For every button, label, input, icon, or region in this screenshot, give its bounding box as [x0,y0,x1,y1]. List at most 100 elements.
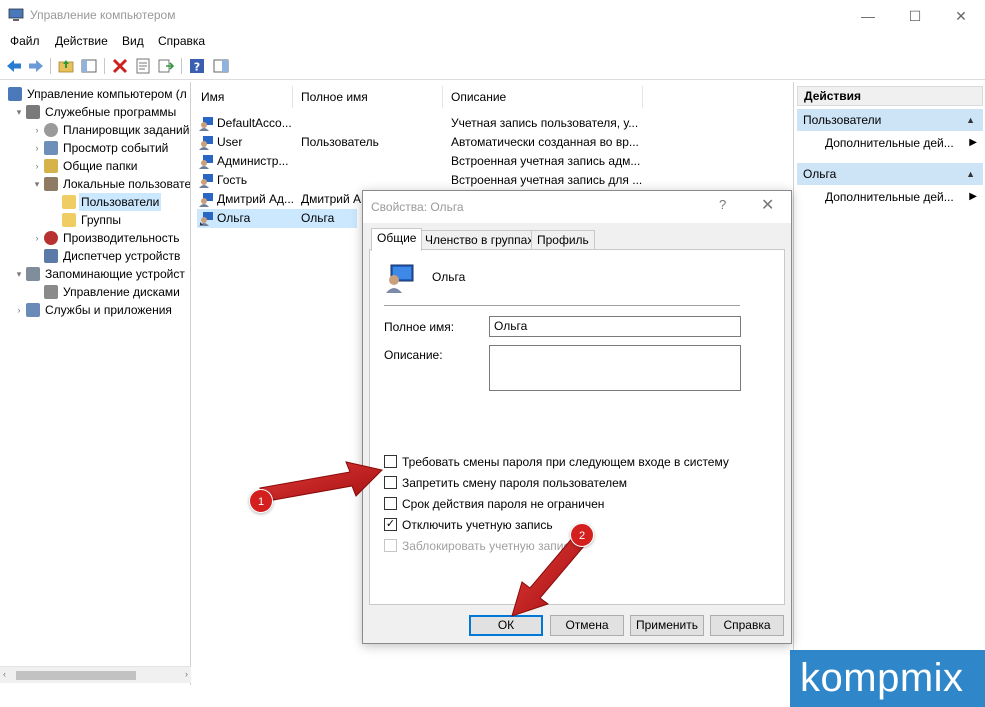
checkbox-label: Отключить учетную запись [402,518,553,532]
user-list-row[interactable]: Гость Встроенная учетная запись для ... [197,171,657,190]
show-action-pane-icon[interactable] [212,57,230,75]
tree-item-label: Службы и приложения [45,303,172,317]
properties-icon[interactable] [134,57,152,75]
menu-view[interactable]: Вид [122,34,144,48]
checkbox[interactable] [384,497,397,510]
tree-item[interactable]: ▾ Запоминающие устройст [0,265,190,283]
collapse-up-icon[interactable]: ▲ [966,163,975,185]
close-window-button[interactable]: ✕ [951,6,971,26]
window-title-bar: Управление компьютером — ☐ ✕ [0,0,985,32]
description-label: Описание: [384,348,443,362]
menu-file[interactable]: Файл [10,34,40,48]
menu-help[interactable]: Справка [158,34,205,48]
tree-item[interactable]: Диспетчер устройств [0,247,190,265]
checkbox [384,539,397,552]
column-header-fullname[interactable]: Полное имя [293,86,443,108]
folder-icon [62,195,76,209]
device-manager-icon [44,249,58,263]
apply-button[interactable]: Применить [630,615,704,636]
help-button[interactable]: Справка [710,615,784,636]
tree-item[interactable]: ▾ Служебные программы [0,103,190,121]
actions-section-users[interactable]: Пользователи ▲ [797,109,983,131]
disabled-user-icon [199,211,214,226]
general-tab-panel: Ольга Полное имя: Ольга Описание: Требов… [369,249,785,605]
collapse-up-icon[interactable]: ▲ [966,109,975,131]
expanded-arrow-icon[interactable]: ▾ [14,265,24,283]
tree-item-label: Управление компьютером (л [27,87,187,101]
minimize-button[interactable]: — [858,6,878,26]
user-list-row[interactable]: DefaultAcco... Учетная запись пользовател… [197,114,657,133]
scrollbar-thumb[interactable] [16,671,136,680]
tree-item[interactable]: Управление дисками [0,283,190,301]
tab-general[interactable]: Общие [371,228,423,251]
user-description-cell: Учетная запись пользователя, у... [451,116,639,130]
collapsed-arrow-icon[interactable]: › [32,157,42,175]
user-icon [199,135,214,150]
scroll-right-icon[interactable]: › [185,669,188,679]
tab-group-membership[interactable]: Членство в группах [419,230,540,250]
tab-profile[interactable]: Профиль [531,230,595,250]
dialog-help-button[interactable]: ? [719,197,726,212]
tree-item[interactable]: › Просмотр событий [0,139,190,157]
user-name-cell: Дмитрий Ад... [217,192,294,206]
tree-item[interactable]: ▾ Локальные пользовате [0,175,191,193]
tree-item[interactable]: Пользователи [0,193,190,211]
cancel-button[interactable]: Отмена [550,615,624,636]
expanded-arrow-icon[interactable]: ▾ [32,175,42,193]
delete-icon[interactable] [111,57,129,75]
annotation-badge-1: 1 [249,489,273,513]
actions-section-olga[interactable]: Ольга ▲ [797,163,983,185]
disk-icon [44,285,58,299]
ok-button[interactable]: ОК [469,615,543,636]
column-header-name[interactable]: Имя [193,86,293,108]
user-list-row[interactable]: Администр... Встроенная учетная запись ад… [197,152,657,171]
more-actions-users[interactable]: Дополнительные дей... ▶ [825,133,977,153]
collapsed-arrow-icon[interactable]: › [32,139,42,157]
help-icon[interactable]: ? [188,57,206,75]
toolbar-separator [104,58,105,74]
checkbox[interactable] [384,455,397,468]
scroll-left-icon[interactable]: ‹ [3,669,6,679]
collapsed-arrow-icon[interactable]: › [32,229,42,247]
show-tree-icon[interactable] [80,57,98,75]
tree-item[interactable]: › Общие папки [0,157,190,175]
collapsed-arrow-icon[interactable]: › [32,121,42,139]
up-folder-icon[interactable] [57,57,75,75]
user-list-row[interactable]: User Пользователь Автоматически созданная … [197,133,657,152]
checkbox-checked[interactable]: ✓ [384,518,397,531]
maximize-button[interactable]: ☐ [905,6,925,26]
collapsed-arrow-icon[interactable]: › [14,301,24,319]
expanded-arrow-icon[interactable]: ▾ [14,103,24,121]
back-arrow-icon[interactable] [5,57,23,75]
tree-item[interactable]: Группы [0,211,190,229]
toolbar-separator [50,58,51,74]
tree-horizontal-scrollbar[interactable]: ‹ › [0,666,191,683]
tree-item[interactable]: › Службы и приложения [0,301,190,319]
more-actions-label: Дополнительные дей... [825,190,954,204]
tree-item-label: Локальные пользовате [63,177,191,191]
more-actions-olga[interactable]: Дополнительные дей... ▶ [825,187,977,207]
tree-item-label: Производительность [63,231,180,245]
fullname-input[interactable]: Ольга [489,316,741,337]
dialog-close-button[interactable]: ✕ [761,195,774,215]
computer-icon [8,87,22,101]
tree-item-label: Управление дисками [63,285,180,299]
performance-icon [44,231,58,245]
user-list-row[interactable]: Ольга Ольга [197,209,357,228]
description-textarea[interactable] [489,345,741,391]
tree-item[interactable]: Управление компьютером (л [0,85,190,103]
computer-management-icon [8,8,24,21]
shared-folder-icon [44,159,58,173]
window-title: Управление компьютером [30,8,176,22]
fullname-label: Полное имя: [384,320,455,334]
tree-item[interactable]: › Планировщик заданий [0,121,190,139]
watermark-logo: kompmix [790,650,985,707]
forward-arrow-icon[interactable] [27,57,45,75]
checkbox[interactable] [384,476,397,489]
tree-item[interactable]: › Производительность [0,229,190,247]
tree-item-label: Пользователи [79,193,162,211]
export-icon[interactable] [157,57,175,75]
column-header-description[interactable]: Описание [443,86,643,108]
dialog-title-bar: Свойства: Ольга ? ✕ [363,191,791,223]
menu-action[interactable]: Действие [55,34,108,48]
